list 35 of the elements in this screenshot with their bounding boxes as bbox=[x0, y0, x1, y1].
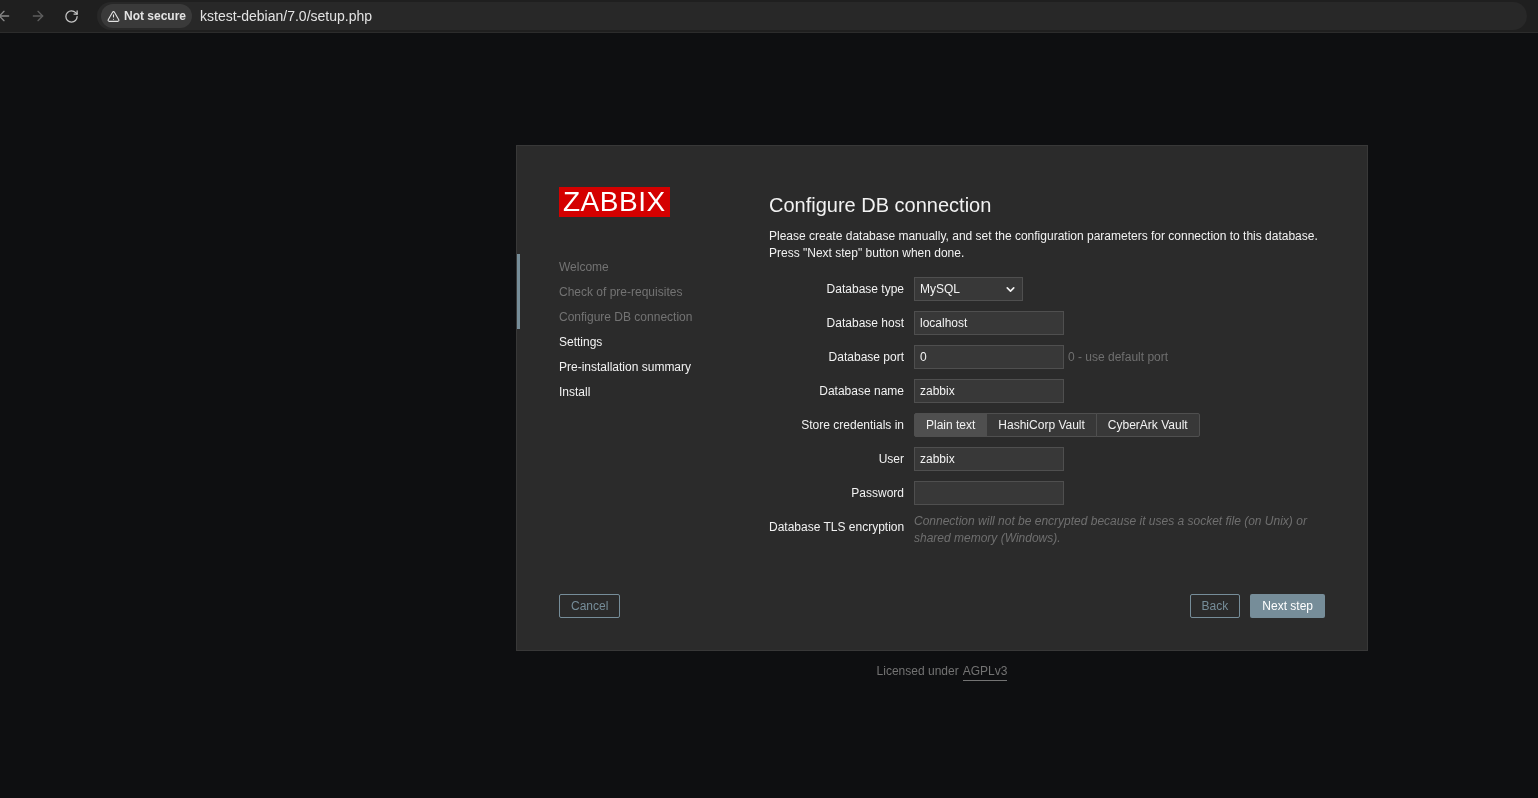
field-label: Password bbox=[850, 485, 904, 502]
license-text: Licensed under bbox=[876, 663, 959, 680]
input-field[interactable]: zabbix bbox=[914, 447, 1064, 471]
intro-text: Press "Next step" button when done. bbox=[769, 245, 966, 262]
wizard-step: Check of pre-requisites bbox=[559, 282, 683, 301]
cancel-button[interactable]: Cancel bbox=[559, 594, 621, 618]
license-link[interactable]: AGPLv3 bbox=[962, 662, 1008, 681]
security-chip[interactable]: Not secure bbox=[101, 4, 193, 28]
wizard-step: Welcome bbox=[559, 257, 609, 276]
segment-tab[interactable]: Plain text bbox=[914, 413, 988, 437]
input-field[interactable]: 0 bbox=[914, 345, 1064, 369]
field-hint: 0 - use default port bbox=[1068, 349, 1169, 366]
intro-text: Please create database manually, and set the configuration parameters for connection to this database. bbox=[769, 228, 1319, 245]
field-label: User bbox=[877, 451, 904, 468]
wizard-step: Install bbox=[559, 382, 591, 401]
url-text: kstest-debian/7.0/setup.php bbox=[200, 6, 373, 26]
field-label: Database TLS encryption bbox=[769, 519, 904, 536]
field-label: Store credentials in bbox=[800, 417, 904, 434]
segment-tab[interactable]: HashiCorp Vault bbox=[986, 413, 1097, 437]
page-title: Configure DB connection bbox=[769, 193, 993, 218]
back-button[interactable]: Back bbox=[1189, 594, 1241, 618]
database-type-select[interactable]: MySQL bbox=[914, 277, 1023, 301]
input-field[interactable]: zabbix bbox=[914, 379, 1064, 403]
field-label: Database host bbox=[825, 315, 904, 332]
wizard-step: Settings bbox=[559, 332, 603, 351]
field-label: Database port bbox=[827, 349, 904, 366]
wizard-step: Pre-installation summary bbox=[559, 357, 692, 376]
field-label: Database name bbox=[818, 383, 904, 400]
address-bar[interactable]: Not secure kstest-debian/7.0/setup.php bbox=[97, 2, 1527, 30]
zabbix-logo: ZABBIX bbox=[559, 187, 670, 217]
input-field[interactable]: localhost bbox=[914, 311, 1064, 335]
tls-note: Connection will not be encrypted because it uses a socket file (on Unix) or shared memory (Windows). bbox=[914, 513, 1309, 547]
field-label: Database type bbox=[825, 281, 904, 298]
wizard-step: Configure DB connection bbox=[559, 307, 693, 326]
segment-tab[interactable]: CyberArk Vault bbox=[1095, 413, 1200, 437]
